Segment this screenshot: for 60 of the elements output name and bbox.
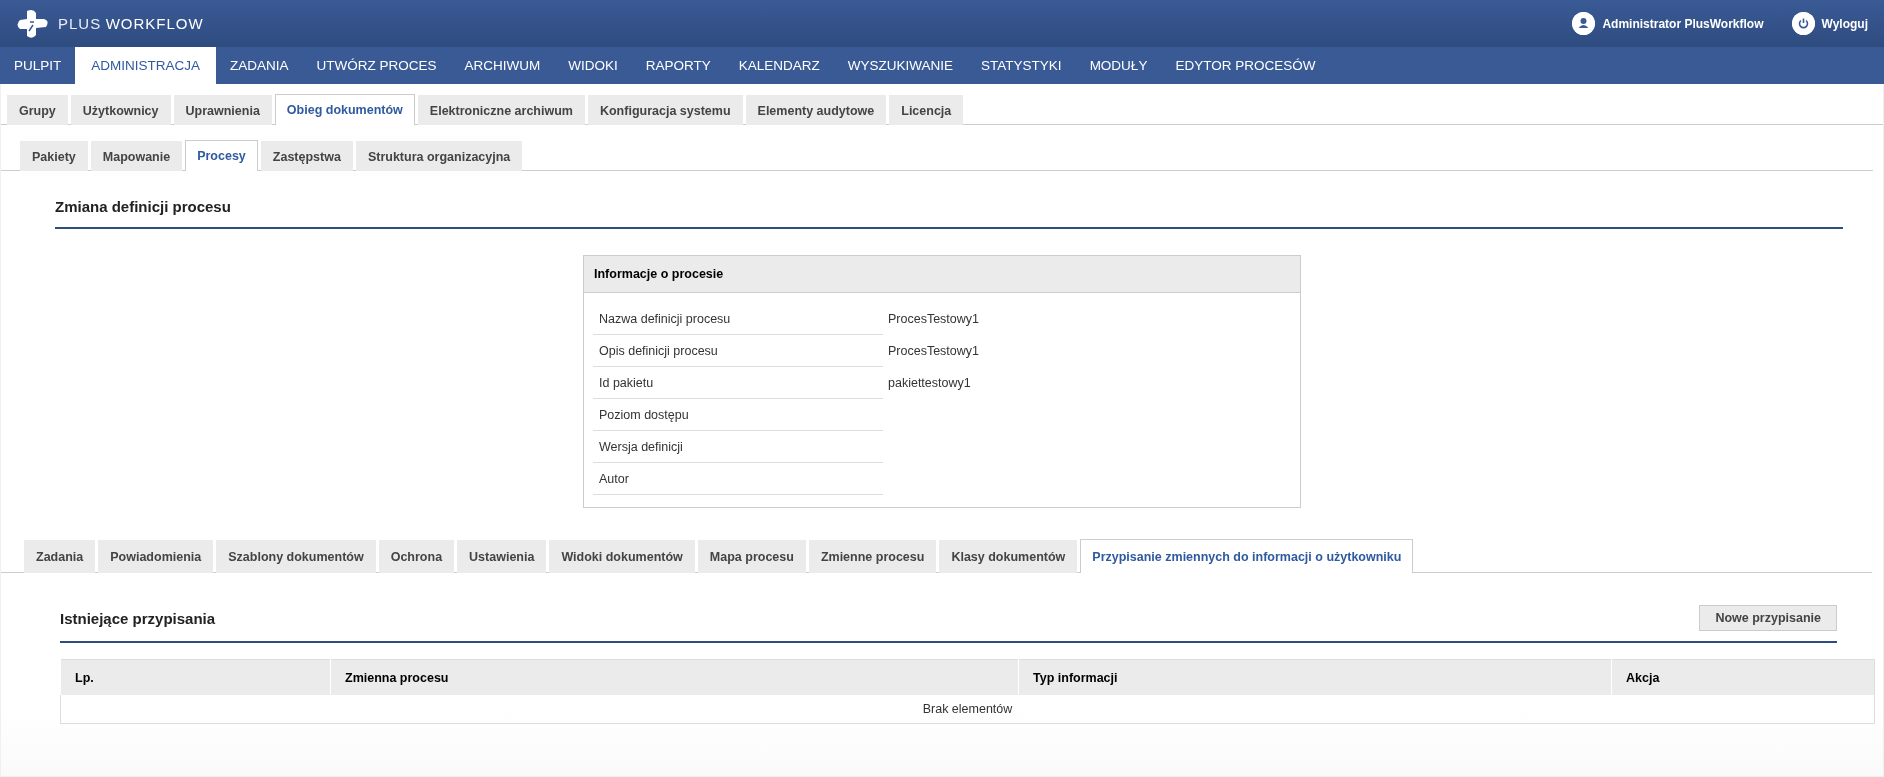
logo-text: WORKFLOW: [105, 14, 204, 32]
menu-item[interactable]: ARCHIWUM: [450, 47, 555, 84]
menu-item[interactable]: WYSZUKIWANIE: [833, 47, 968, 84]
power-icon[interactable]: [1791, 12, 1815, 35]
user-name-link[interactable]: Administrator PlusWorkflow: [1602, 16, 1764, 31]
menu-item[interactable]: MODUŁY: [1075, 47, 1162, 84]
logo-icon: [16, 8, 50, 39]
tab[interactable]: Powiadomienia: [98, 540, 214, 573]
field-label: Autor: [593, 463, 883, 495]
menu-item[interactable]: WIDOKI: [554, 47, 632, 84]
column-header: Zmienna procesu: [330, 659, 1019, 695]
menu-item[interactable]: KALENDARZ: [724, 47, 834, 84]
tab[interactable]: Licencja: [889, 95, 964, 125]
field-label: Nazwa definicji procesu: [593, 303, 883, 335]
field-value: ProcesTestowy1: [888, 311, 980, 328]
field-label: Opis definicji procesu: [593, 335, 883, 367]
empty-message: Brak elementów: [60, 695, 1875, 724]
menu-item[interactable]: PULPIT: [0, 47, 76, 84]
tab[interactable]: Procesy: [185, 140, 258, 171]
field-value: pakiettestowy1: [888, 375, 972, 392]
tab[interactable]: Zastępstwa: [260, 141, 353, 171]
tab[interactable]: Obieg dokumentów: [274, 94, 415, 125]
tab[interactable]: Ochrona: [378, 540, 455, 573]
new-assignment-button[interactable]: Nowe przypisanie: [1699, 605, 1837, 631]
menu-item[interactable]: STATYSTYKI: [967, 47, 1076, 84]
tab[interactable]: Użytkownicy: [70, 95, 171, 125]
page-title: Zmiana definicji procesu: [55, 198, 231, 215]
field-value: ProcesTestowy1: [888, 343, 980, 360]
column-header: Typ informacji: [1018, 659, 1612, 695]
tab[interactable]: Uprawnienia: [173, 95, 272, 125]
user-icon: [1572, 12, 1596, 35]
menu-item[interactable]: ZADANIA: [216, 47, 303, 84]
tab[interactable]: Mapa procesu: [697, 540, 806, 573]
section-title: Istniejące przypisania: [60, 610, 216, 627]
tab[interactable]: Zadania: [24, 540, 96, 573]
menu-item[interactable]: EDYTOR PROCESÓW: [1161, 47, 1330, 84]
tab[interactable]: Przypisanie zmiennych do informacji o użytkowniku: [1080, 539, 1414, 573]
menu-item[interactable]: ADMINISTRACJA: [75, 47, 217, 84]
logo-text-thin: PLUS: [58, 14, 102, 32]
tab[interactable]: Klasy dokumentów: [939, 540, 1078, 573]
tab[interactable]: Ustawienia: [457, 540, 547, 573]
tab[interactable]: Elementy audytowe: [745, 95, 887, 125]
field-label: Id pakietu: [593, 367, 883, 399]
field-label: Wersja definicji: [593, 431, 883, 463]
tab[interactable]: Struktura organizacyjna: [355, 141, 523, 171]
tab[interactable]: Pakiety: [20, 141, 88, 171]
tab[interactable]: Elektroniczne archiwum: [417, 95, 585, 125]
logout-link[interactable]: Wyloguj: [1821, 16, 1868, 31]
menu-item[interactable]: UTWÓRZ PROCES: [302, 47, 451, 84]
tab[interactable]: Widoki dokumentów: [549, 540, 695, 573]
tab[interactable]: Szablony dokumentów: [216, 540, 376, 573]
menu-item[interactable]: RAPORTY: [631, 47, 725, 84]
column-header: Akcja: [1611, 659, 1875, 695]
field-label: Poziom dostępu: [593, 399, 883, 431]
tab[interactable]: Grupy: [7, 95, 68, 125]
column-header: Lp.: [60, 659, 331, 695]
tab[interactable]: Konfiguracja systemu: [587, 95, 743, 125]
tab[interactable]: Mapowanie: [90, 141, 183, 171]
tab[interactable]: Zmienne procesu: [808, 540, 937, 573]
panel-title: Informacje o procesie: [584, 256, 1300, 293]
